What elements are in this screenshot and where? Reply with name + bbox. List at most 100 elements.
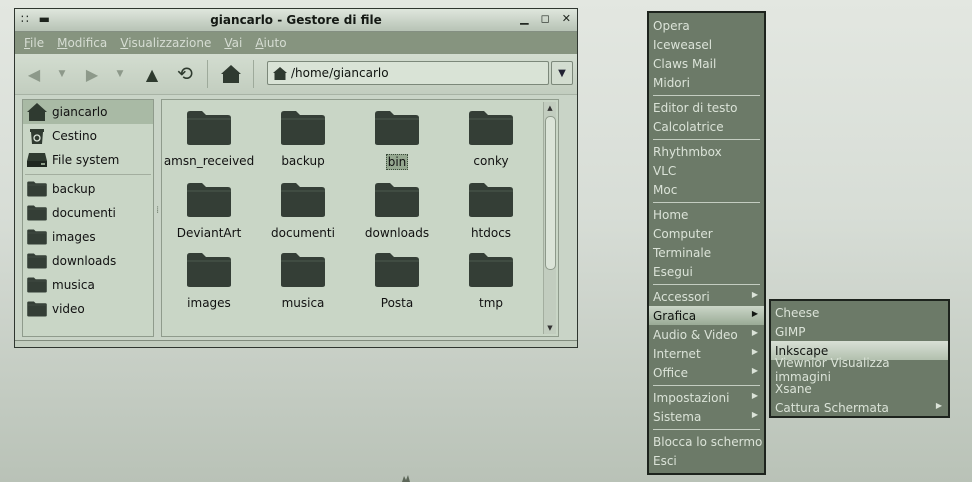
menu-item-calcolatrice[interactable]: Calcolatrice [649,117,764,136]
file-item-label: backup [281,154,325,168]
forward-history-button[interactable]: ▼ [113,63,127,85]
up-button[interactable]: ▲ [141,63,163,85]
status-bar [15,340,577,347]
folder-icon [468,252,514,291]
menu-item-rhythmbox[interactable]: Rhythmbox [649,142,764,161]
home-icon [273,66,287,80]
sidebar-item-label: musica [52,278,95,292]
menu-item-sistema[interactable]: Sistema ▶ [649,407,764,426]
menu-item-iceweasel[interactable]: Iceweasel [649,35,764,54]
sidebar-item-file-system[interactable]: File system [23,148,153,172]
file-item-bin[interactable]: bin [350,110,444,170]
file-item-label: Posta [380,296,414,310]
file-item-posta[interactable]: Posta [350,252,444,310]
menu-item-label: Computer [653,226,713,241]
menu-item-opera[interactable]: Opera [649,16,764,35]
minimize-icon[interactable]: ▁ [520,12,528,25]
file-item-musica[interactable]: musica [256,252,350,310]
sidebar-item-musica[interactable]: musica [23,273,153,297]
submenu-item-cheese[interactable]: Cheese [771,303,948,322]
file-item-images[interactable]: images [162,252,256,310]
menu-item-vlc[interactable]: VLC [649,161,764,180]
menu-item-label: Accessori [653,289,710,304]
sidebar-item-video[interactable]: video [23,297,153,321]
menu-item-audio-video[interactable]: Audio & Video ▶ [649,325,764,344]
folder-icon [26,300,48,318]
menu-item-label: GIMP [775,324,806,339]
menu-item-internet[interactable]: Internet ▶ [649,344,764,363]
back-history-button[interactable]: ▼ [55,63,69,85]
home-button[interactable] [219,63,243,85]
menu-item-claws-mail[interactable]: Claws Mail [649,54,764,73]
menu-item-label: VLC [653,163,677,178]
menu-item-grafica[interactable]: Grafica ▶ [649,306,764,325]
home-icon [221,65,241,83]
menu-item-terminale[interactable]: Terminale [649,243,764,262]
file-item-label: DeviantArt [176,226,242,240]
menu-item-accessori[interactable]: Accessori ▶ [649,287,764,306]
sidebar-item-cestino[interactable]: Cestino [23,124,153,148]
submenu-item-viewnior-visualizza-immagini[interactable]: Viewnior Visualizza immagini [771,356,948,384]
scroll-down-icon[interactable]: ▼ [544,322,556,334]
menu-vai[interactable]: Vai [224,36,242,50]
trash-icon [26,127,48,145]
submenu-item-cattura-schermata[interactable]: Cattura Schermata ▶ [771,398,948,417]
menu-file[interactable]: File [24,36,44,50]
forward-button[interactable]: ▶ [81,63,103,85]
chevron-down-icon: ▼ [558,67,566,79]
menu-separator [653,385,760,386]
menu-separator [653,139,760,140]
file-item-documenti[interactable]: documenti [256,182,350,240]
file-item-tmp[interactable]: tmp [444,252,538,310]
menu-visualizzazione[interactable]: Visualizzazione [120,36,211,50]
menu-item-editor-di-testo[interactable]: Editor di testo [649,98,764,117]
scrollbar-thumb[interactable] [545,116,556,270]
menu-item-impostazioni[interactable]: Impostazioni ▶ [649,388,764,407]
menu-item-label: Esci [653,453,677,468]
menu-modifica[interactable]: Modifica [57,36,107,50]
menu-item-midori[interactable]: Midori [649,73,764,92]
menu-item-esegui[interactable]: Esegui [649,262,764,281]
file-item-backup[interactable]: backup [256,110,350,170]
file-item-label: tmp [478,296,503,310]
sidebar-item-label: downloads [52,254,117,268]
menu-item-computer[interactable]: Computer [649,224,764,243]
submenu-item-gimp[interactable]: GIMP [771,322,948,341]
title-bar[interactable]: ∷ ▬ giancarlo - Gestore di file ▁ ◻ ✕ [15,9,577,32]
file-item-deviantart[interactable]: DeviantArt [162,182,256,240]
folder-icon [26,180,48,198]
folder-icon [186,252,232,291]
pane-resize-handle[interactable]: ⁞ [156,205,159,216]
menu-item-office[interactable]: Office ▶ [649,363,764,382]
location-bar[interactable]: /home/giancarlo [267,61,549,85]
file-item-htdocs[interactable]: htdocs [444,182,538,240]
sidebar-item-downloads[interactable]: downloads [23,249,153,273]
close-icon[interactable]: ✕ [562,12,571,25]
menu-item-label: Audio & Video [653,327,738,342]
file-item-conky[interactable]: conky [444,110,538,170]
folder-icon [280,252,326,291]
menu-separator [653,95,760,96]
location-dropdown-button[interactable]: ▼ [551,61,573,85]
file-item-downloads[interactable]: downloads [350,182,444,240]
menu-aiuto[interactable]: Aiuto [255,36,286,50]
sidebar-item-backup[interactable]: backup [23,177,153,201]
desktop-icon[interactable] [400,474,414,482]
maximize-icon[interactable]: ◻ [541,12,550,25]
sidebar-item-giancarlo[interactable]: giancarlo [23,100,153,124]
menu-item-moc[interactable]: Moc [649,180,764,199]
menu-item-blocca-lo-schermo[interactable]: Blocca lo schermo [649,432,764,451]
menu-item-home[interactable]: Home [649,205,764,224]
scroll-up-icon[interactable]: ▲ [544,102,556,114]
file-item-amsn-received[interactable]: amsn_received [162,110,256,170]
reload-button[interactable]: ⟲ [173,63,197,85]
toolbar: ◀ ▼ ▶ ▼ ▲ ⟲ /home/giancarlo ▼ [15,54,577,95]
back-button[interactable]: ◀ [23,63,45,85]
sidebar-item-documenti[interactable]: documenti [23,201,153,225]
submenu-item-xsane[interactable]: Xsane [771,379,948,398]
chevron-right-icon: ▶ [751,391,758,400]
vertical-scrollbar[interactable]: ▲ ▼ [543,102,556,334]
sidebar-item-images[interactable]: images [23,225,153,249]
file-item-label: musica [281,296,325,310]
menu-item-esci[interactable]: Esci [649,451,764,470]
